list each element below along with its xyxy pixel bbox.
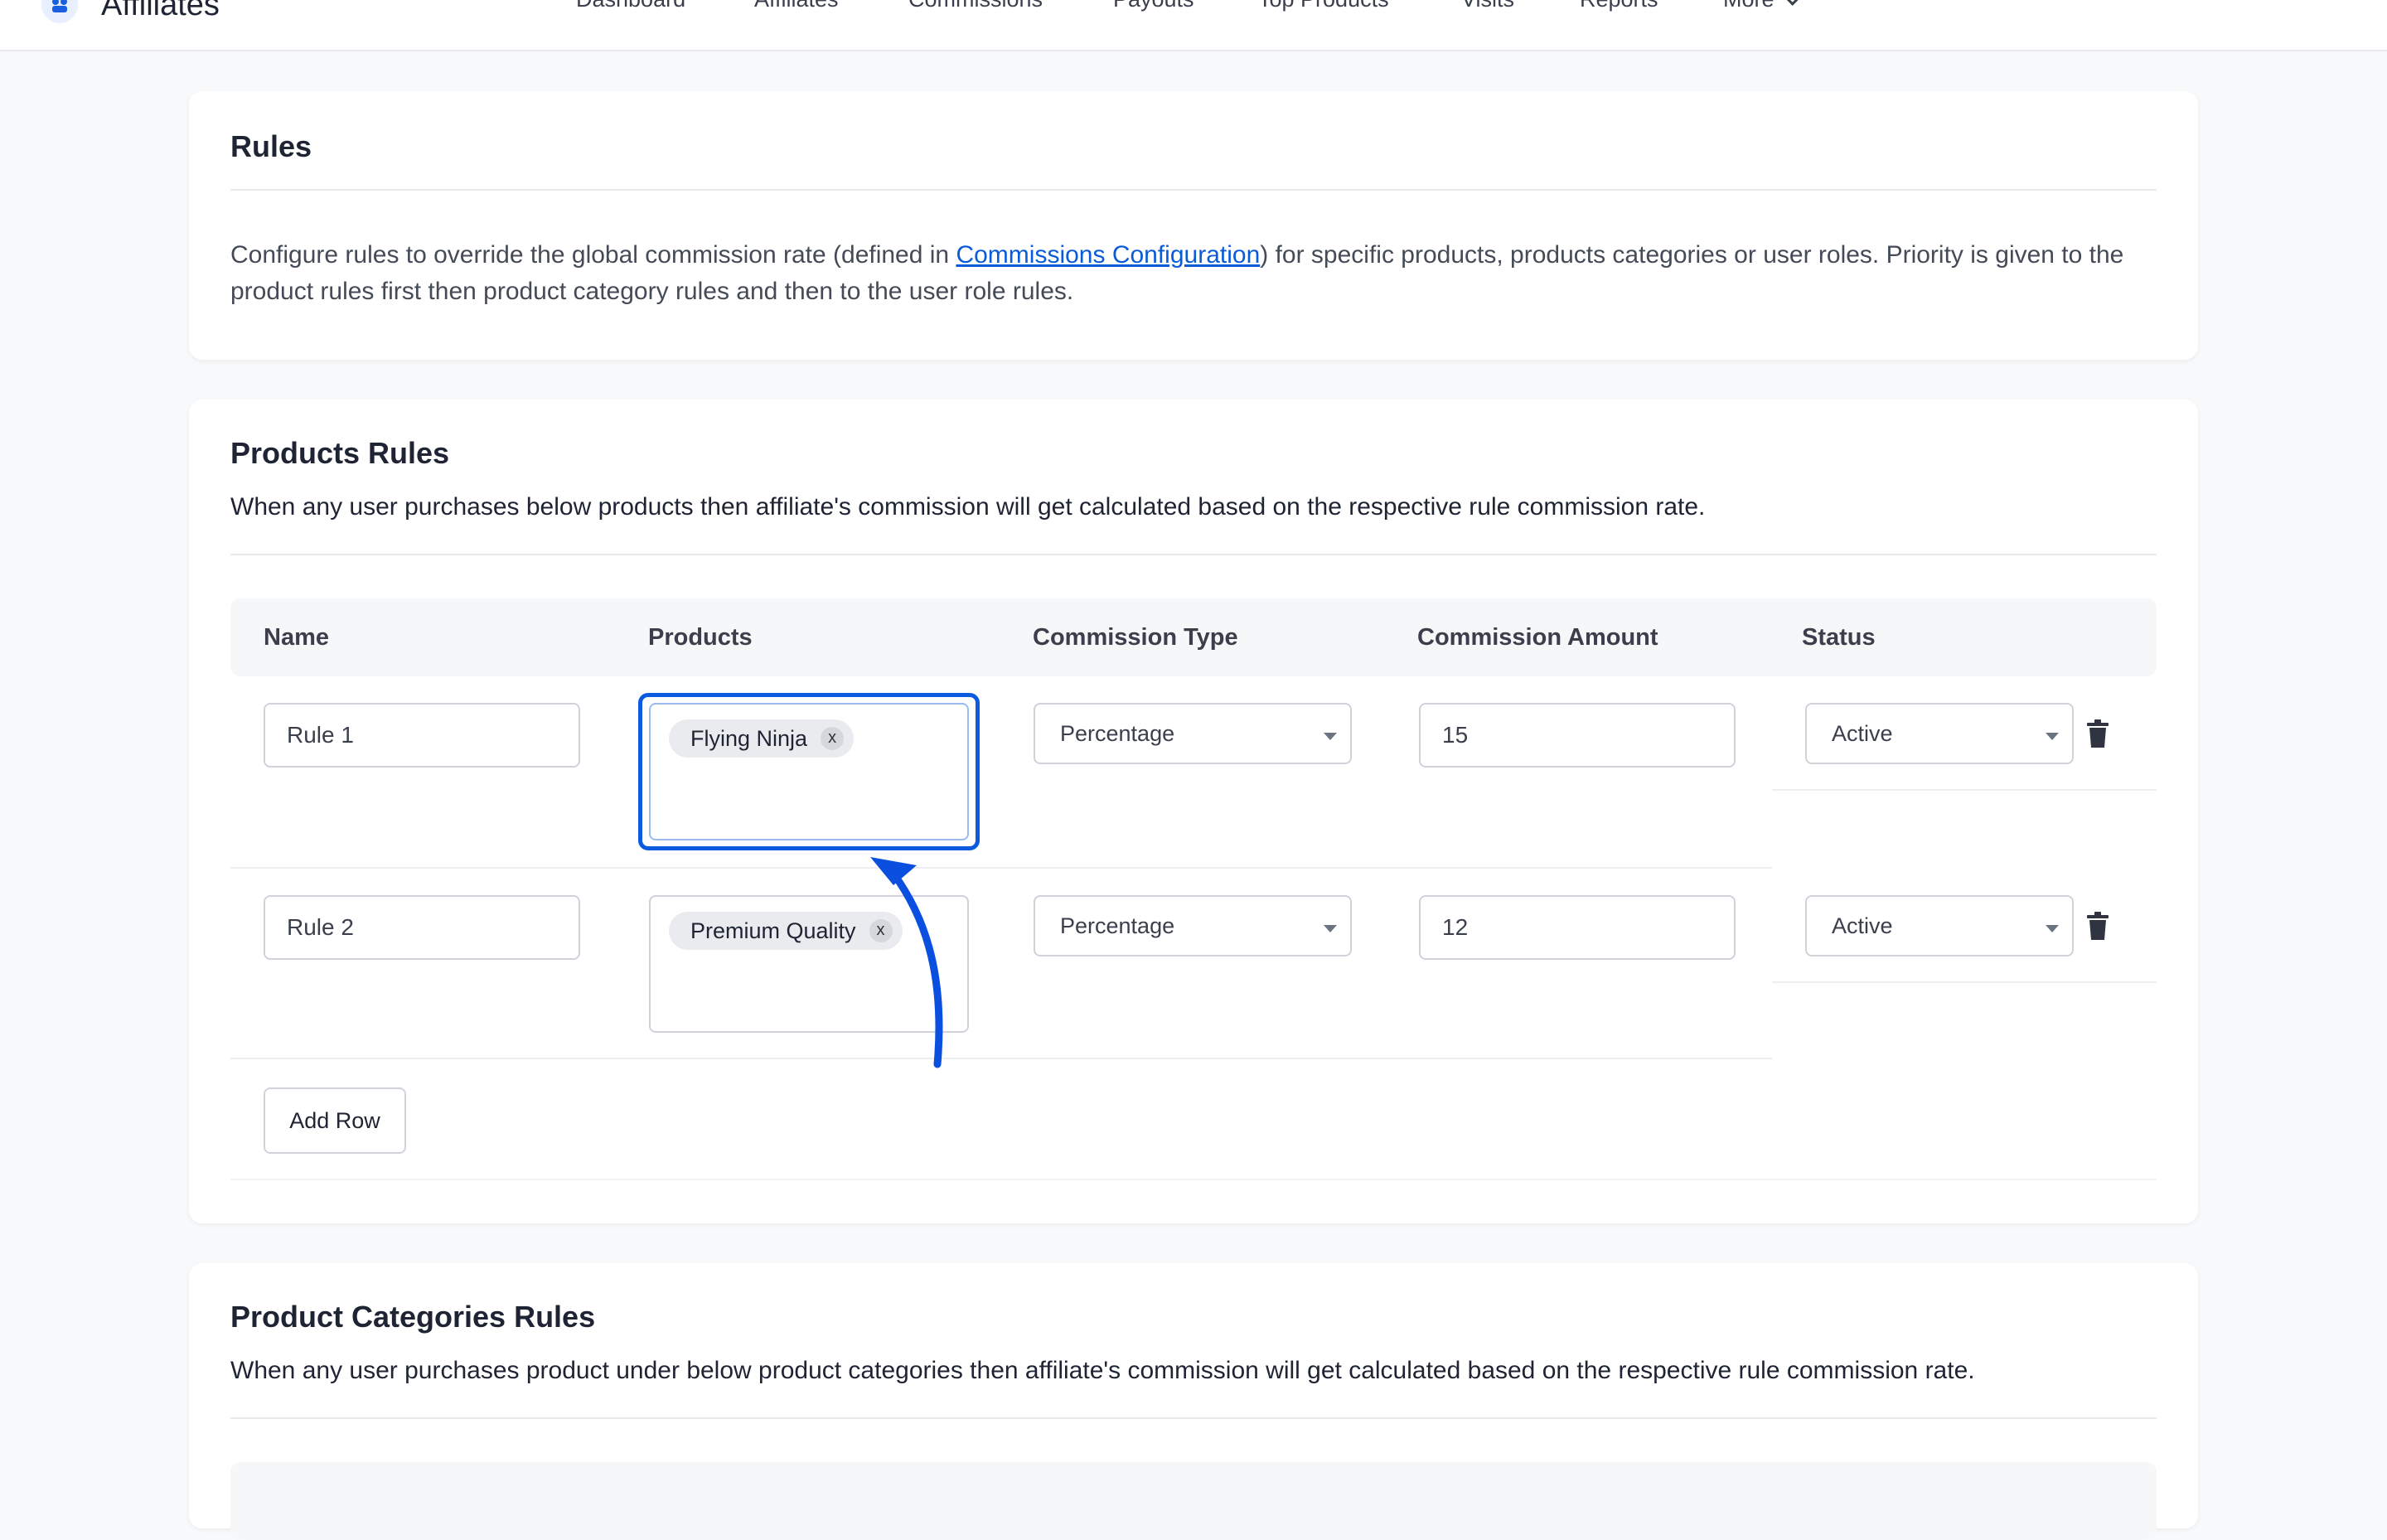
products-rules-card: Products Rules When any user purchases b…: [189, 400, 2198, 1223]
nav-top-products[interactable]: Top Products: [1258, 0, 1389, 12]
product-tag-label: Premium Quality: [690, 918, 856, 943]
nav-visits[interactable]: Visits: [1461, 0, 1514, 12]
nav-more-label: More: [1723, 0, 1775, 12]
chevron-down-icon: [1783, 0, 1801, 6]
column-header-products: Products: [648, 624, 753, 651]
divider: [230, 554, 2157, 555]
rules-card: Rules Configure rules to override the gl…: [189, 91, 2198, 360]
products-rules-description: When any user purchases below products t…: [230, 493, 1706, 521]
product-tag: Flying Ninja x: [669, 719, 855, 758]
add-row-button[interactable]: Add Row: [264, 1087, 406, 1154]
column-header-name: Name: [264, 624, 329, 651]
trash-icon[interactable]: [2087, 719, 2109, 748]
products-multiselect[interactable]: Flying Ninja x: [649, 703, 969, 840]
product-tag: Premium Quality x: [669, 912, 903, 950]
status-value: Active: [1832, 913, 1893, 938]
status-select[interactable]: Active: [1805, 703, 2074, 764]
rule-name-input[interactable]: Rule 1: [264, 703, 580, 768]
nav-affiliates[interactable]: Affiliates: [754, 0, 839, 12]
brand[interactable]: Affiliates: [41, 0, 220, 30]
commissions-configuration-link[interactable]: Commissions Configuration: [956, 241, 1260, 269]
product-categories-rules-description: When any user purchases product under be…: [230, 1357, 1975, 1384]
rules-description: Configure rules to override the global c…: [230, 237, 2162, 310]
commission-type-value: Percentage: [1060, 721, 1175, 746]
caret-down-icon: [1324, 925, 1337, 932]
divider: [230, 1417, 2157, 1419]
caret-down-icon: [2046, 925, 2059, 932]
commission-type-select[interactable]: Percentage: [1034, 895, 1352, 956]
column-header-status: Status: [1802, 624, 1876, 651]
remove-tag-icon[interactable]: x: [821, 727, 845, 750]
row-divider: [1772, 981, 2157, 983]
top-navbar: Affiliates Dashboard Affiliates Commissi…: [0, 0, 2387, 51]
commission-amount-input[interactable]: 12: [1419, 895, 1736, 960]
products-rules-title: Products Rules: [230, 436, 450, 470]
nav-more[interactable]: More: [1723, 0, 1801, 12]
status-select[interactable]: Active: [1805, 895, 2074, 956]
column-header-commission-amount: Commission Amount: [1417, 624, 1658, 651]
brand-name: Affiliates: [101, 0, 220, 22]
commission-amount-input[interactable]: 15: [1419, 703, 1736, 768]
caret-down-icon: [1324, 733, 1337, 740]
product-categories-rules-card: Product Categories Rules When any user p…: [189, 1263, 2198, 1540]
products-rules-table-header: Name Products Commission Type Commission…: [230, 598, 2157, 676]
trash-icon[interactable]: [2087, 912, 2109, 940]
rules-title: Rules: [230, 129, 312, 163]
rule-name-input[interactable]: Rule 2: [264, 895, 580, 960]
row-divider: [230, 1058, 1772, 1059]
divider: [230, 189, 2157, 191]
product-categories-rules-title: Product Categories Rules: [230, 1300, 596, 1334]
remove-tag-icon[interactable]: x: [869, 919, 893, 942]
row-divider: [230, 867, 1772, 869]
nav-commissions[interactable]: Commissions: [908, 0, 1043, 12]
row-divider: [1772, 789, 2157, 791]
categories-table-header: [230, 1462, 2157, 1540]
status-value: Active: [1832, 721, 1893, 746]
rules-description-text: Configure rules to override the global c…: [230, 241, 956, 269]
column-header-commission-type: Commission Type: [1033, 624, 1238, 651]
commission-type-value: Percentage: [1060, 913, 1175, 938]
table-bottom-border: [230, 1179, 2157, 1180]
nav-reports[interactable]: Reports: [1580, 0, 1658, 12]
product-tag-label: Flying Ninja: [690, 726, 808, 751]
affiliates-logo-icon: [41, 0, 78, 23]
commission-type-select[interactable]: Percentage: [1034, 703, 1352, 764]
nav-dashboard[interactable]: Dashboard: [576, 0, 685, 12]
products-multiselect[interactable]: Premium Quality x: [649, 895, 969, 1033]
caret-down-icon: [2046, 733, 2059, 740]
nav-payouts[interactable]: Payouts: [1113, 0, 1194, 12]
